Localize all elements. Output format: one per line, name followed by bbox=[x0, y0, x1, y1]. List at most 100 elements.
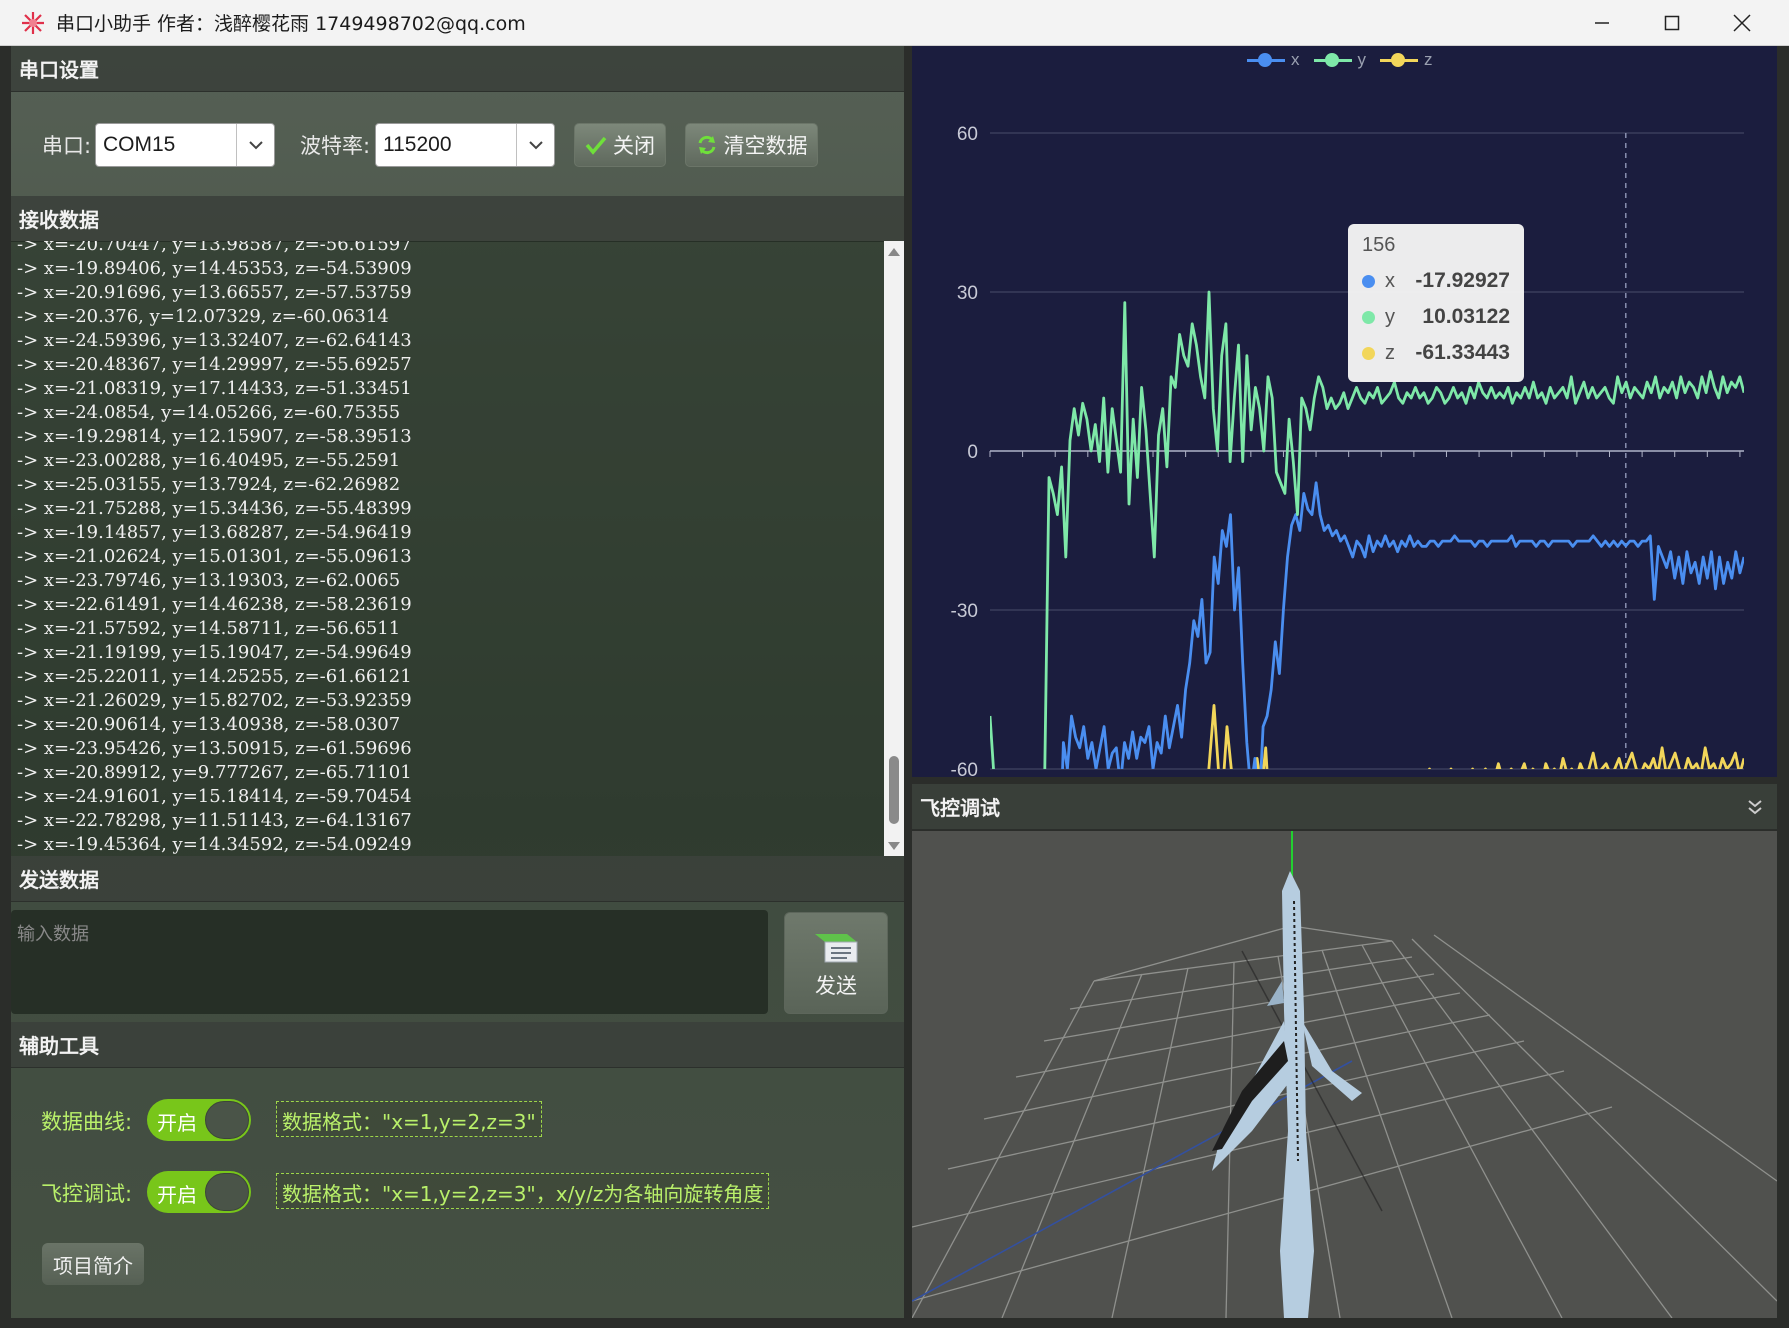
clear-data-button[interactable]: 清空数据 bbox=[685, 123, 818, 167]
tooltip-z-name: z bbox=[1385, 341, 1395, 364]
port-value: COM15 bbox=[103, 133, 176, 156]
series-line-x bbox=[1061, 481, 1744, 769]
legend-x-label: x bbox=[1291, 50, 1300, 69]
scrollbar-thumb[interactable] bbox=[889, 756, 899, 824]
airplane-model bbox=[1212, 871, 1362, 1318]
maximize-button[interactable] bbox=[1637, 0, 1707, 46]
collapse-chevron-icon[interactable] bbox=[1747, 798, 1763, 816]
legend-y[interactable]: y bbox=[1313, 50, 1367, 70]
port-select[interactable]: COM15 bbox=[95, 123, 275, 167]
flight-control-label: 飞控调试: bbox=[41, 1182, 133, 1206]
tooltip-x-name: x bbox=[1385, 269, 1395, 292]
title-bar: 串口小助手 作者：浅醉樱花雨 1749498702@qq.com bbox=[0, 0, 1789, 46]
receive-line: -> x=-22.78298, y=11.51143, z=-64.13167 bbox=[17, 810, 412, 831]
receive-line: -> x=-20.91696, y=13.66557, z=-57.53759 bbox=[17, 282, 412, 303]
curve-label: 数据曲线: bbox=[41, 1110, 133, 1134]
serial-settings-header: 串口设置 bbox=[11, 46, 904, 92]
legend-z[interactable]: z bbox=[1380, 50, 1433, 70]
project-intro-button[interactable]: 项目简介 bbox=[42, 1243, 144, 1285]
baud-value: 115200 bbox=[383, 133, 452, 156]
minimize-icon bbox=[1595, 22, 1609, 24]
chart-area[interactable]: 60 30 0 -30 -60 x y z 156 x -17.92927 y 10.031… bbox=[912, 46, 1777, 777]
scroll-down-icon[interactable] bbox=[884, 839, 904, 853]
receive-line: -> x=-19.45364, y=14.34592, z=-54.09249 bbox=[17, 834, 412, 855]
receive-line: -> x=-22.61491, y=14.46238, z=-58.23619 bbox=[17, 594, 412, 615]
curve-toggle-label: 开启 bbox=[157, 1111, 197, 1135]
send-document-icon bbox=[815, 934, 858, 963]
receive-line: -> x=-20.70447, y=13.98587, z=-56.61597 bbox=[17, 241, 412, 255]
receive-line: -> x=-23.95426, y=13.50915, z=-61.59696 bbox=[17, 738, 412, 759]
flight-control-toggle[interactable]: 开启 bbox=[147, 1171, 251, 1213]
receive-line: -> x=-20.48367, y=14.29997, z=-55.69257 bbox=[17, 354, 412, 375]
receive-line: -> x=-20.89912, y=9.777267, z=-65.71101 bbox=[17, 762, 412, 783]
receive-textarea[interactable]: -> x=-20.70447, y=13.98587, z=-56.61597 -… bbox=[11, 241, 904, 856]
y-tick-label: -60 bbox=[951, 760, 978, 777]
receive-line: -> x=-20.90614, y=13.40938, z=-58.0307 bbox=[17, 714, 401, 735]
tooltip-index: 156 bbox=[1362, 234, 1396, 256]
tools-header: 辅助工具 bbox=[11, 1022, 904, 1068]
left-panel: 串口设置 串口: COM15 波特率: 115200 关闭 清空数据 接收数据 … bbox=[11, 46, 904, 1318]
toggle-knob bbox=[205, 1101, 249, 1139]
receive-line: -> x=-21.02624, y=15.01301, z=-55.09613 bbox=[17, 546, 412, 567]
send-button[interactable]: 发送 bbox=[784, 912, 888, 1014]
flight-control-header: 飞控调试 bbox=[912, 784, 1777, 830]
baud-label: 波特率: bbox=[300, 134, 371, 158]
flight-toggle-label: 开启 bbox=[157, 1183, 197, 1207]
receive-data-header: 接收数据 bbox=[11, 196, 904, 242]
window-title: 串口小助手 作者：浅醉樱花雨 1749498702@qq.com bbox=[56, 13, 526, 35]
port-label: 串口: bbox=[42, 134, 92, 158]
send-input[interactable]: 输入数据 bbox=[11, 910, 768, 1014]
checkmark-icon bbox=[585, 136, 607, 155]
chart-tooltip: 156 x -17.92927 y 10.03122 z -61.33443 bbox=[1348, 224, 1524, 382]
maximize-icon bbox=[1664, 15, 1680, 31]
receive-line: -> x=-24.91601, y=15.18414, z=-59.70454 bbox=[17, 786, 412, 807]
send-placeholder: 输入数据 bbox=[17, 924, 89, 945]
grid-floor bbox=[912, 831, 1777, 1318]
flight-control-title: 飞控调试 bbox=[920, 796, 1000, 820]
curve-toggle[interactable]: 开启 bbox=[147, 1099, 251, 1141]
y-tick-label: -30 bbox=[951, 601, 978, 622]
close-icon bbox=[1733, 14, 1751, 32]
legend-y-label: y bbox=[1357, 50, 1367, 69]
line-chart: 60 30 0 -30 -60 bbox=[951, 124, 1744, 777]
toggle-knob bbox=[205, 1173, 249, 1211]
receive-line: -> x=-21.26029, y=15.82702, z=-53.92359 bbox=[17, 690, 412, 711]
tooltip-z-value: -61.33443 bbox=[1415, 341, 1510, 364]
flight-3d-view[interactable] bbox=[912, 831, 1777, 1318]
receive-line: -> x=-21.19199, y=15.19047, z=-54.99649 bbox=[17, 642, 412, 663]
minimize-button[interactable] bbox=[1567, 0, 1637, 46]
receive-line: -> x=-24.59396, y=13.32407, z=-62.64143 bbox=[17, 330, 412, 351]
receive-line: -> x=-19.29814, y=12.15907, z=-58.39513 bbox=[17, 426, 412, 447]
receive-line: -> x=-24.0854, y=14.05266, z=-60.75355 bbox=[17, 402, 401, 423]
receive-line: -> x=-21.57592, y=14.58711, z=-56.6511 bbox=[17, 618, 401, 639]
tooltip-y-name: y bbox=[1385, 305, 1395, 328]
receive-log: -> x=-20.70447, y=13.98587, z=-56.61597 -… bbox=[17, 241, 412, 856]
scroll-up-icon[interactable] bbox=[884, 245, 904, 259]
flight-format-hint: 数据格式："x=1,y=2,z=3"，x/y/z为各轴向旋转角度 bbox=[276, 1173, 770, 1209]
chevron-down-icon bbox=[236, 124, 274, 166]
close-port-label: 关闭 bbox=[613, 134, 655, 158]
receive-line: -> x=-23.79746, y=13.19303, z=-62.0065 bbox=[17, 570, 401, 591]
legend-x[interactable]: x bbox=[1247, 50, 1300, 70]
receive-scrollbar[interactable] bbox=[884, 241, 904, 856]
chart-legend: x y z bbox=[1247, 46, 1433, 74]
chevron-down-icon bbox=[516, 124, 554, 166]
tooltip-y-value: 10.03122 bbox=[1422, 305, 1510, 328]
baud-select[interactable]: 115200 bbox=[375, 123, 555, 167]
close-window-button[interactable] bbox=[1707, 0, 1777, 46]
series-line-z bbox=[1207, 704, 1744, 769]
app-logo-icon bbox=[22, 11, 44, 34]
receive-line: -> x=-21.08319, y=17.14433, z=-51.33451 bbox=[17, 378, 412, 399]
y-tick-label: 30 bbox=[957, 283, 978, 304]
send-data-header: 发送数据 bbox=[11, 856, 904, 902]
receive-line: -> x=-19.89406, y=14.45353, z=-54.53909 bbox=[17, 258, 412, 279]
receive-line: -> x=-23.00288, y=16.40495, z=-55.2591 bbox=[17, 450, 401, 471]
receive-line: -> x=-25.22011, y=14.25255, z=-61.66121 bbox=[17, 666, 412, 687]
receive-line: -> x=-19.14857, y=13.68287, z=-54.96419 bbox=[17, 522, 412, 543]
curve-format-hint: 数据格式："x=1,y=2,z=3" bbox=[276, 1101, 542, 1137]
close-port-button[interactable]: 关闭 bbox=[574, 123, 666, 167]
y-tick-label: 60 bbox=[957, 124, 978, 145]
y-tick-label: 0 bbox=[967, 442, 978, 463]
tooltip-x-value: -17.92927 bbox=[1415, 269, 1510, 292]
receive-line: -> x=-21.75288, y=15.34436, z=-55.48399 bbox=[17, 498, 412, 519]
